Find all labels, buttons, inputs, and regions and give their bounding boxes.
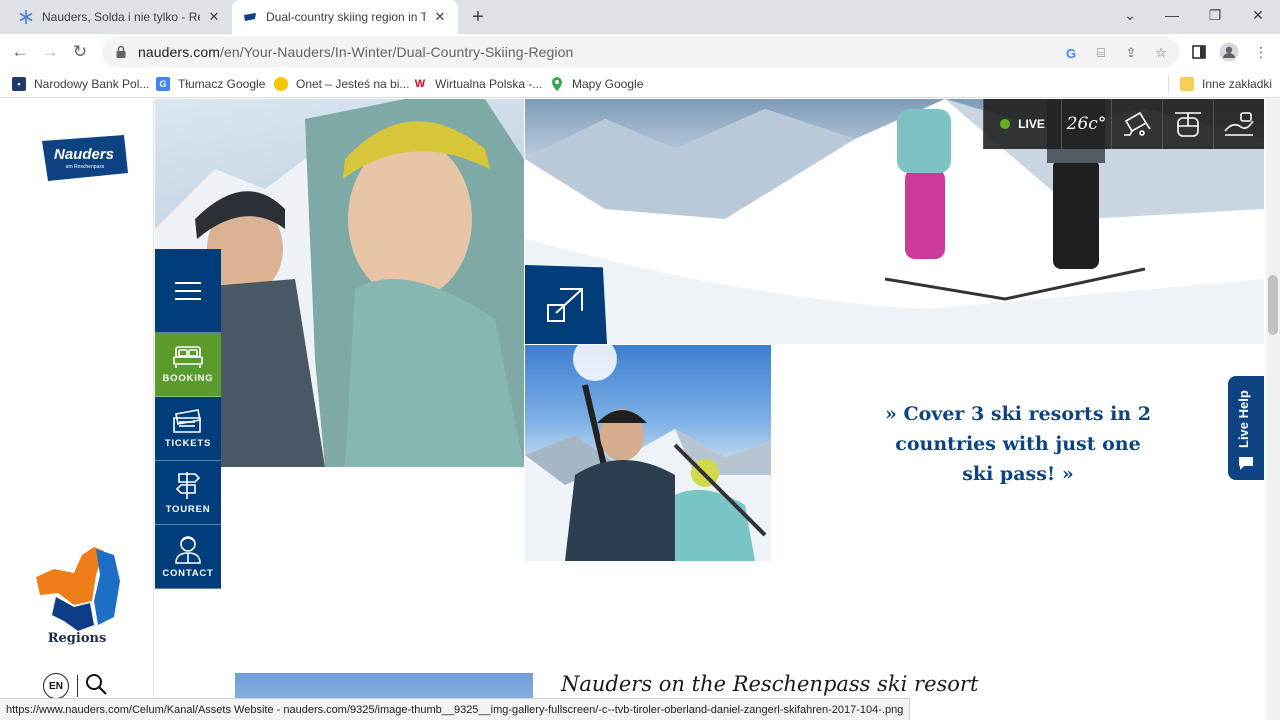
cable-car-button[interactable]: [1162, 99, 1213, 149]
browser-tab-1[interactable]: Nauders, Solda i nie tylko - Relac ✕: [8, 0, 232, 34]
url-text: nauders.com/en/Your-Nauders/In-Winter/Du…: [138, 44, 573, 60]
booking-button[interactable]: BOOKING: [155, 333, 221, 397]
profile-avatar-icon[interactable]: [1218, 41, 1240, 63]
chat-bubble-icon: [1239, 457, 1253, 470]
svg-text:Nauders: Nauders: [54, 146, 114, 163]
page-viewport: Nauders am Reschenpass Regions EN BOOKIN…: [0, 99, 1280, 720]
bookmark-label: Onet – Jesteś na bi...: [296, 77, 410, 91]
folder-icon: [1180, 77, 1194, 91]
hamburger-icon: [175, 281, 201, 300]
bookmarks-bar: ▪ Narodowy Bank Pol... G Tłumacz Google …: [0, 70, 1280, 98]
menu-button[interactable]: [155, 249, 221, 333]
scrollbar-thumb[interactable]: [1268, 275, 1278, 335]
other-bookmarks[interactable]: Inne zakładki: [1180, 75, 1272, 93]
tab-title: Nauders, Solda i nie tylko - Relac: [42, 10, 200, 24]
tab-title: Dual-country skiing region in Tyr: [266, 10, 426, 24]
language-switch[interactable]: EN: [43, 673, 69, 699]
divider: [77, 675, 78, 697]
url-path: /en/Your-Nauders/In-Winter/Dual-Country-…: [220, 44, 574, 60]
window-close-icon[interactable]: ✕: [1236, 0, 1280, 30]
close-icon[interactable]: ✕: [432, 9, 448, 25]
new-tab-button[interactable]: +: [466, 5, 490, 29]
google-icon[interactable]: G: [1062, 44, 1080, 62]
fullscreen-icon: [547, 287, 583, 322]
status-bar-url: https://www.nauders.com/Celum/Kanal/Asse…: [0, 698, 911, 720]
translate-icon[interactable]: ⌸: [1092, 44, 1110, 62]
temperature-readout[interactable]: 26c°: [1061, 99, 1111, 149]
bookmark-translate[interactable]: G Tłumacz Google: [156, 75, 265, 93]
bookmark-nbp[interactable]: ▪ Narodowy Bank Pol...: [12, 75, 149, 93]
bookmark-label: Wirtualna Polska -...: [435, 77, 543, 91]
bookmark-label: Narodowy Bank Pol...: [34, 77, 150, 91]
restore-icon[interactable]: ❐: [1193, 0, 1237, 30]
photo-skier-duo[interactable]: [525, 345, 771, 561]
bookmark-wp[interactable]: W Wirtualna Polska -...: [413, 75, 542, 93]
bookmark-divider: [1168, 75, 1169, 93]
forward-arrow-icon[interactable]: →: [36, 38, 64, 66]
nauders-favicon-icon: [242, 9, 258, 25]
maps-pin-icon: [550, 77, 564, 91]
onet-icon: [274, 77, 288, 91]
regions-map-icon[interactable]: [34, 545, 124, 631]
browser-tab-bar: Nauders, Solda i nie tylko - Relac ✕ Dua…: [0, 0, 1280, 34]
section-heading: Nauders on the Reschenpass ski resort: [561, 672, 979, 696]
url-host: nauders.com: [138, 44, 221, 60]
contact-button[interactable]: CONTACT: [155, 525, 221, 589]
kebab-menu-icon[interactable]: ⋮: [1250, 41, 1272, 63]
booking-label: BOOKING: [162, 373, 214, 384]
touren-label: TOUREN: [165, 504, 211, 515]
wp-icon: W: [413, 77, 427, 91]
live-help-label: Live Help: [1236, 390, 1251, 448]
bookmark-label: Tłumacz Google: [178, 77, 266, 91]
star-icon[interactable]: ☆: [1152, 44, 1170, 62]
other-bookmarks-label: Inne zakładki: [1202, 77, 1273, 91]
touren-button[interactable]: TOUREN: [155, 461, 221, 525]
ski-lift-icon: [1224, 112, 1254, 136]
lock-icon: [116, 45, 126, 58]
bookmark-onet[interactable]: Onet – Jesteś na bi...: [274, 75, 409, 93]
ticket-icon: [173, 409, 201, 433]
tickets-button[interactable]: TICKETS: [155, 397, 221, 461]
google-translate-icon: G: [156, 77, 170, 91]
tickets-label: TICKETS: [164, 438, 212, 449]
left-sidebar: Nauders am Reschenpass Regions EN: [0, 99, 154, 720]
expand-gallery-button[interactable]: [525, 265, 607, 344]
bookmark-maps[interactable]: Mapy Google: [550, 75, 643, 93]
address-bar[interactable]: nauders.com/en/Your-Nauders/In-Winter/Du…: [102, 37, 1180, 67]
skier-duo-illustration: [525, 345, 771, 561]
live-dot: [1000, 119, 1011, 129]
reload-icon[interactable]: ↻: [66, 38, 94, 66]
temperature-value: 26c°: [1066, 114, 1107, 134]
regions-label[interactable]: Regions: [0, 631, 154, 646]
live-help-button[interactable]: Live Help: [1228, 376, 1264, 480]
back-arrow-icon[interactable]: ←: [6, 38, 34, 66]
share-icon[interactable]: ⇪: [1122, 44, 1140, 62]
scrollbar-track[interactable]: [1266, 99, 1280, 720]
close-icon[interactable]: ✕: [206, 9, 222, 25]
snowflake-icon: [18, 9, 34, 25]
svg-text:am Reschenpass: am Reschenpass: [66, 164, 105, 170]
ski-pass-quote: » Cover 3 ski resorts in 2 countries wit…: [885, 403, 1151, 485]
info-strip: LIVE 26c°: [983, 99, 1264, 149]
bed-icon: [173, 346, 203, 368]
browser-tab-2[interactable]: Dual-country skiing region in Tyr ✕: [232, 0, 458, 34]
contact-label: CONTACT: [162, 568, 214, 579]
bookmark-label: Mapy Google: [572, 77, 644, 91]
webcam-button[interactable]: [1111, 99, 1162, 149]
nbp-icon: ▪: [12, 77, 26, 91]
person-icon: [175, 536, 201, 564]
side-menu: BOOKING TICKETS TOUREN CONTACT: [155, 249, 221, 589]
live-button[interactable]: LIVE: [983, 99, 1061, 149]
chevron-down-icon[interactable]: ⌄: [1108, 0, 1152, 30]
minimize-icon[interactable]: —: [1150, 0, 1194, 30]
live-label: LIVE: [1018, 117, 1045, 131]
side-panel-icon[interactable]: [1188, 41, 1210, 63]
search-icon[interactable]: [84, 672, 108, 696]
cable-car-icon: [1175, 112, 1201, 137]
signpost-icon: [175, 472, 201, 499]
nauders-logo[interactable]: Nauders am Reschenpass: [38, 135, 130, 181]
browser-toolbar: ← → ↻ nauders.com/en/Your-Nauders/In-Win…: [0, 34, 1280, 70]
webcam-icon: [1124, 111, 1151, 136]
piste-map-button[interactable]: [1213, 99, 1264, 149]
